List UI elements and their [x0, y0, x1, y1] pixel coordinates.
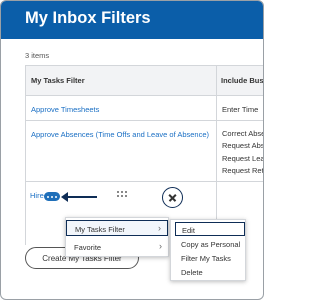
submenu-item-delete[interactable]: Delete	[175, 265, 245, 279]
chevron-right-icon: ›	[158, 223, 161, 233]
column-header-my-tasks-filter: My Tasks Filter	[31, 76, 85, 85]
page-title: My Inbox Filters	[25, 9, 151, 27]
chevron-right-icon: ›	[159, 241, 162, 251]
related-actions-menu: My Tasks Filter › Favorite ›	[65, 217, 169, 257]
column-header-include-business: Include Busin	[221, 76, 264, 85]
submenu-item-copy-as-personal[interactable]: Copy as Personal	[175, 237, 245, 251]
submenu-item-label: Copy as Personal	[181, 240, 241, 249]
submenu-item-edit[interactable]: Edit	[175, 222, 245, 236]
arrow-left-icon	[61, 192, 68, 202]
items-count: 3 items	[25, 51, 50, 60]
submenu: Edit Copy as Personal Filter My Tasks De…	[170, 219, 246, 281]
include-cell: Request Leave	[222, 154, 263, 163]
app-frame: My Inbox Filters 3 items My Tasks Filter…	[0, 0, 264, 300]
close-icon[interactable]	[162, 187, 183, 208]
table-header: My Tasks Filter Include Busin	[26, 66, 264, 96]
include-cell: Request Returr	[222, 166, 264, 175]
row-divider	[26, 120, 263, 121]
include-cell: Enter Time	[222, 105, 259, 114]
submenu-item-label: Delete	[181, 268, 203, 277]
menu-item-favorite[interactable]: Favorite ›	[66, 239, 168, 255]
menu-item-my-tasks-filter[interactable]: My Tasks Filter ›	[66, 220, 168, 236]
row-divider	[26, 181, 263, 182]
include-cell: Request Abser	[222, 141, 263, 150]
filter-link-approve-absences[interactable]: Approve Absences (Time Offs and Leave of…	[31, 130, 209, 139]
menu-item-label: Favorite	[74, 243, 102, 252]
submenu-item-label: Edit	[182, 226, 195, 235]
include-cell: Correct Absen	[222, 129, 263, 138]
page-header: My Inbox Filters	[1, 1, 263, 39]
submenu-item-label: Filter My Tasks	[181, 254, 231, 263]
callout-arrow-line	[67, 196, 97, 198]
menu-item-label: My Tasks Filter	[75, 225, 125, 234]
drag-handle-icon[interactable]	[117, 191, 127, 199]
filter-link-hire[interactable]: Hire	[30, 191, 44, 200]
ellipsis-icon[interactable]	[44, 192, 60, 201]
submenu-item-filter-my-tasks[interactable]: Filter My Tasks	[175, 251, 245, 265]
filter-link-approve-timesheets[interactable]: Approve Timesheets	[31, 105, 99, 114]
